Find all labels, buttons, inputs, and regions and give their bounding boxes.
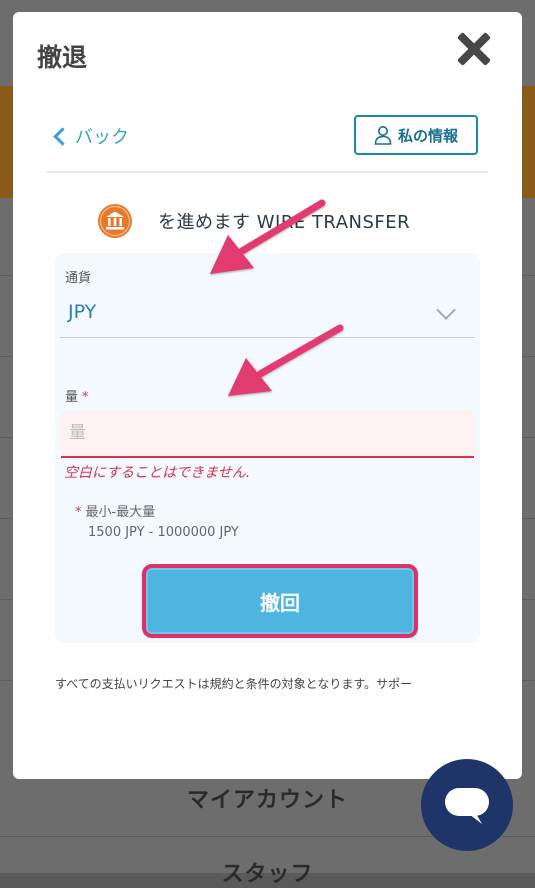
chat-button[interactable] — [421, 759, 513, 851]
withdraw-form: 通貨 JPY 量* 空白にすることはできません. *最小-最大量 1500 JP… — [55, 253, 480, 643]
bank-icon — [98, 204, 132, 238]
footer-link-staff[interactable]: スタッフ — [0, 856, 535, 888]
amount-error: 空白にすることはできません. — [64, 465, 251, 481]
limit-label-text: 最小-最大量 — [85, 505, 156, 520]
annotation-arrow-icon — [228, 324, 344, 396]
limit-label: * 最小-最大量 — [75, 501, 155, 520]
chat-bubble-icon — [445, 788, 489, 824]
required-mark: * — [82, 390, 89, 405]
amount-input[interactable] — [61, 410, 474, 458]
my-info-button[interactable]: 私の情報 — [354, 115, 478, 155]
close-icon[interactable] — [451, 26, 497, 72]
person-icon — [374, 126, 392, 145]
withdraw-button[interactable]: 撤回 — [142, 564, 418, 638]
currency-label: 通貨 — [65, 271, 92, 286]
amount-label-text: 量 — [65, 390, 79, 405]
amount-label: 量 * — [65, 386, 89, 405]
chevron-left-icon — [53, 126, 72, 146]
back-label: バック — [75, 127, 129, 148]
currency-value: JPY — [68, 301, 97, 323]
limit-star: * — [75, 505, 82, 520]
modal-title: 撤退 — [37, 43, 88, 72]
back-link[interactable]: バック — [53, 122, 129, 150]
my-info-label: 私の情報 — [397, 126, 458, 145]
header-divider — [47, 171, 488, 173]
limit-value: 1500 JPY - 1000000 JPY — [88, 525, 239, 540]
chevron-down-icon — [436, 300, 456, 320]
annotation-arrow-icon — [210, 199, 326, 274]
terms-disclaimer: すべての支払いリクエストは規約と条件の対象となります。サポー — [55, 677, 413, 691]
